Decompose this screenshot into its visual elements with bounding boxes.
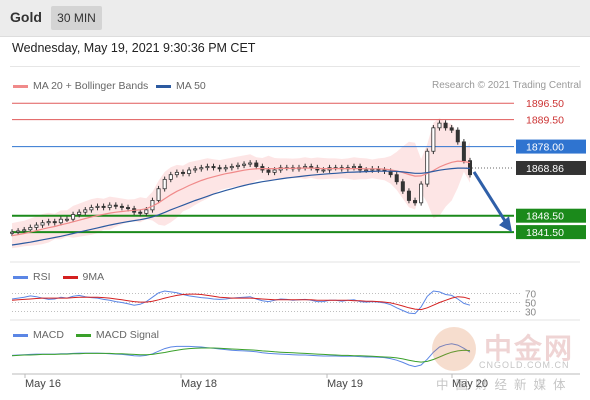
candle-body <box>217 167 222 170</box>
candle-body <box>34 224 39 228</box>
rsi-ma-line <box>11 293 471 311</box>
candle-body <box>28 227 33 231</box>
candle-body <box>303 166 308 169</box>
rsi-level-label: 30 <box>525 307 537 318</box>
candle-body <box>64 218 69 221</box>
candle-body <box>119 205 124 208</box>
macd-line <box>11 343 471 368</box>
candle-body <box>77 211 82 215</box>
candle-body <box>101 205 106 208</box>
level-label-last: 1868.86 <box>526 163 564 175</box>
level-label-pivot: 1878.00 <box>526 142 564 154</box>
candle-body <box>162 178 167 190</box>
candle-body <box>211 166 216 169</box>
candle-body <box>364 169 369 172</box>
candle-body <box>229 166 234 169</box>
candle-body <box>113 204 118 207</box>
x-axis-label: May 19 <box>327 378 363 390</box>
candle-body <box>168 174 173 180</box>
candle-body <box>443 122 448 129</box>
candle-body <box>223 167 228 170</box>
candle-body <box>437 122 442 129</box>
candle-body <box>309 166 314 169</box>
candle-body <box>83 209 88 213</box>
candle-body <box>126 207 131 210</box>
candle-body <box>95 205 100 208</box>
candle-body <box>40 222 45 226</box>
x-axis-label: May 18 <box>181 378 217 390</box>
candle-body <box>52 221 57 224</box>
level-label-support: 1848.50 <box>526 211 564 223</box>
candle-body <box>413 200 418 204</box>
candle-body <box>419 183 424 204</box>
candle-body <box>107 204 112 208</box>
forecast-arrow-head <box>499 216 512 233</box>
candle-body <box>58 218 63 224</box>
macd-signal-line <box>11 347 471 363</box>
candle-body <box>400 181 405 192</box>
candle-body <box>455 129 460 143</box>
watermark-url: CNGOLD.COM.CN <box>479 360 570 370</box>
candle-body <box>242 163 247 166</box>
watermark-subtitle: 中国财经新媒体 <box>436 378 573 392</box>
candle-body <box>394 174 399 183</box>
candle-body <box>193 168 198 171</box>
candle-body <box>9 231 14 234</box>
watermark-logo <box>432 327 476 371</box>
candle-body <box>266 169 271 173</box>
candle-body <box>425 150 430 185</box>
candle-body <box>174 171 179 176</box>
candle-body <box>71 214 76 220</box>
candle-body <box>431 127 436 152</box>
candle-body <box>89 207 94 211</box>
candle-body <box>205 166 210 169</box>
candle-body <box>248 162 253 165</box>
candle-body <box>144 209 149 214</box>
candle-body <box>46 221 51 224</box>
candle-body <box>321 169 326 172</box>
candle-body <box>235 164 240 167</box>
candle-body <box>351 166 356 169</box>
level-label-support: 1841.50 <box>526 227 564 239</box>
candle-body <box>187 169 192 174</box>
candle-body <box>254 162 259 167</box>
candle-body <box>16 230 21 233</box>
candle-body <box>461 141 466 162</box>
candle-body <box>199 167 204 170</box>
candle-body <box>156 188 161 201</box>
x-axis-label: May 16 <box>25 378 61 390</box>
candle-body <box>180 171 185 174</box>
candle-body <box>138 211 143 214</box>
level-label-resistance: 1896.50 <box>526 98 564 110</box>
candle-body <box>272 169 277 173</box>
level-label-resistance: 1889.50 <box>526 115 564 127</box>
candle-body <box>449 127 454 131</box>
candle-body <box>22 229 27 232</box>
candle-body <box>406 190 411 201</box>
